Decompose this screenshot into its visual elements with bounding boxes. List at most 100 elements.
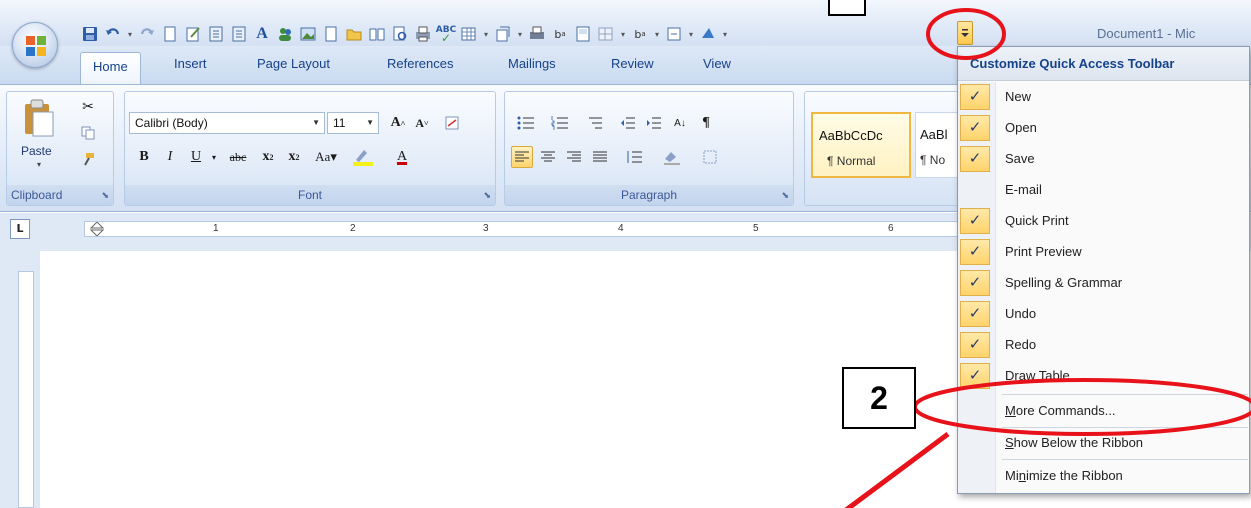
- font-name-combo[interactable]: Calibri (Body) ▼: [129, 112, 325, 134]
- chevron-down-icon[interactable]: ▾: [619, 23, 627, 45]
- clear-formatting-icon[interactable]: [441, 112, 463, 134]
- menu-item-show-below-ribbon[interactable]: Show Below the Ribbon: [958, 428, 1249, 458]
- tab-insert[interactable]: Insert: [174, 56, 207, 71]
- bullets-icon[interactable]: [511, 112, 541, 134]
- show-formatting-icon[interactable]: ¶: [695, 112, 717, 134]
- menu-item-more-commands[interactable]: More Commands...: [958, 396, 1249, 426]
- tab-references[interactable]: References: [387, 56, 453, 71]
- grid-icon[interactable]: [596, 23, 616, 45]
- copy-icon[interactable]: [77, 122, 99, 144]
- menu-item-email[interactable]: E-mail: [958, 175, 1249, 205]
- menu-item-undo[interactable]: ✓ Undo: [958, 299, 1249, 329]
- save-icon[interactable]: [80, 23, 100, 45]
- font-a-icon[interactable]: A: [252, 23, 272, 45]
- edit-icon[interactable]: [183, 23, 203, 45]
- dialog-launcher-icon[interactable]: ⬊: [483, 191, 491, 201]
- superscript-button[interactable]: x2: [283, 146, 305, 168]
- grow-font-button[interactable]: A ˄: [387, 112, 409, 134]
- multilevel-list-icon[interactable]: [579, 112, 609, 134]
- box-icon[interactable]: [664, 23, 684, 45]
- menu-item-save[interactable]: ✓ Save: [958, 144, 1249, 174]
- more-icon[interactable]: ▾: [721, 23, 729, 45]
- list-icon-2[interactable]: [229, 23, 249, 45]
- subscript-button[interactable]: x2: [257, 146, 279, 168]
- formula-icon[interactable]: ba: [630, 23, 650, 45]
- dialog-launcher-icon[interactable]: ⬊: [101, 191, 109, 201]
- menu-item-redo[interactable]: ✓ Redo: [958, 330, 1249, 360]
- format-painter-icon[interactable]: [77, 148, 99, 170]
- chevron-down-icon[interactable]: ▾: [37, 160, 41, 169]
- open-icon[interactable]: [344, 23, 364, 45]
- chevron-down-icon[interactable]: ▾: [482, 23, 490, 45]
- chevron-down-icon: [961, 29, 969, 37]
- tab-home[interactable]: Home: [80, 52, 141, 84]
- book-icon[interactable]: [367, 23, 387, 45]
- paste-icon[interactable]: [21, 98, 57, 138]
- chevron-down-icon[interactable]: ▾: [687, 23, 695, 45]
- customize-qat-menu: Customize Quick Access Toolbar ✓ New ✓ Ope…: [957, 46, 1250, 494]
- checkmark-icon: ✓: [960, 363, 990, 389]
- tab-page-layout[interactable]: Page Layout: [257, 56, 330, 71]
- align-center-button[interactable]: [537, 146, 559, 168]
- tab-review[interactable]: Review: [611, 56, 654, 71]
- strikethrough-button[interactable]: abc: [223, 146, 253, 168]
- format-icon[interactable]: [493, 23, 513, 45]
- font-color-icon[interactable]: A: [387, 146, 417, 168]
- font-size-combo[interactable]: 11 ▼: [327, 112, 379, 134]
- decrease-indent-icon[interactable]: [617, 112, 639, 134]
- table-icon[interactable]: [459, 23, 479, 45]
- shading-icon[interactable]: [655, 146, 689, 168]
- underline-button[interactable]: U: [185, 146, 207, 168]
- borders-icon[interactable]: [695, 146, 725, 168]
- redo-icon[interactable]: [137, 23, 157, 45]
- new-icon[interactable]: [160, 23, 180, 45]
- tab-selector[interactable]: L: [10, 219, 30, 239]
- list-icon[interactable]: [206, 23, 226, 45]
- spelling-icon[interactable]: ABC ✓: [436, 23, 456, 45]
- office-button[interactable]: [12, 22, 58, 68]
- tab-view[interactable]: View: [703, 56, 731, 71]
- menu-item-minimize-ribbon[interactable]: Minimize the Ribbon: [958, 461, 1249, 491]
- italic-button[interactable]: I: [159, 146, 181, 168]
- line-spacing-icon[interactable]: [619, 146, 649, 168]
- page-icon[interactable]: [321, 23, 341, 45]
- menu-item-draw-table[interactable]: ✓ Draw Table: [958, 361, 1249, 391]
- cut-icon[interactable]: ✂: [77, 96, 99, 118]
- picture-icon[interactable]: [298, 23, 318, 45]
- numbering-icon[interactable]: [545, 112, 575, 134]
- page2-icon[interactable]: [573, 23, 593, 45]
- align-left-button[interactable]: [511, 146, 533, 168]
- tab-mailings[interactable]: Mailings: [508, 56, 556, 71]
- highlight-color-icon[interactable]: [349, 146, 377, 168]
- menu-item-label: Open: [1005, 120, 1037, 135]
- menu-item-new[interactable]: ✓ New: [958, 82, 1249, 112]
- dialog-launcher-icon[interactable]: ⬊: [781, 191, 789, 201]
- paste-button[interactable]: Paste: [21, 144, 52, 158]
- menu-item-print-preview[interactable]: ✓ Print Preview: [958, 237, 1249, 267]
- subscript-icon[interactable]: ba: [550, 23, 570, 45]
- quick-print-icon[interactable]: [413, 23, 433, 45]
- printer-icon[interactable]: [527, 23, 547, 45]
- undo-icon[interactable]: [103, 23, 123, 45]
- sort-icon[interactable]: A↓: [669, 112, 691, 134]
- customize-qat-dropdown-button[interactable]: [957, 21, 973, 45]
- chevron-down-icon[interactable]: ▾: [126, 23, 134, 45]
- menu-item-open[interactable]: ✓ Open: [958, 113, 1249, 143]
- change-case-button[interactable]: Aa▾: [311, 146, 341, 168]
- shrink-font-button[interactable]: A ˅: [411, 112, 433, 134]
- justify-button[interactable]: [589, 146, 611, 168]
- chevron-down-icon[interactable]: ▾: [653, 23, 661, 45]
- style-normal[interactable]: AaBbCcDc ¶ Normal: [811, 112, 911, 178]
- print-preview-icon[interactable]: [390, 23, 410, 45]
- fill-icon[interactable]: [698, 23, 718, 45]
- quick-access-toolbar: ▾ A ABC ✓ ▾ ▾ ba ▾ ba ▾ ▾ ▾: [80, 21, 729, 47]
- horizontal-ruler[interactable]: 1 2 3 4 5 6: [84, 221, 964, 237]
- bold-button[interactable]: B: [133, 146, 155, 168]
- chevron-down-icon[interactable]: ▾: [209, 146, 219, 168]
- chevron-down-icon[interactable]: ▾: [516, 23, 524, 45]
- people-icon[interactable]: [275, 23, 295, 45]
- increase-indent-icon[interactable]: [643, 112, 665, 134]
- menu-item-spelling-grammar[interactable]: ✓ Spelling & Grammar: [958, 268, 1249, 298]
- align-right-button[interactable]: [563, 146, 585, 168]
- menu-item-quick-print[interactable]: ✓ Quick Print: [958, 206, 1249, 236]
